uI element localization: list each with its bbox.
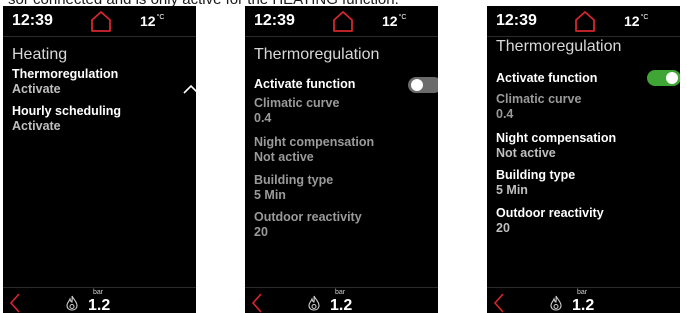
- pressure-unit: bar: [335, 289, 346, 296]
- pressure-unit: bar: [577, 289, 588, 296]
- menu-item-thermoregulation[interactable]: Thermoregulation Activate: [12, 67, 187, 97]
- setting-value: Not active: [496, 146, 556, 160]
- menu-item-label: Thermoregulation: [12, 67, 119, 81]
- setting-label: Climatic curve: [254, 96, 340, 110]
- toggle-label: Activate function: [254, 77, 356, 91]
- setting-label: Building type: [496, 168, 576, 182]
- activate-function-toggle[interactable]: [408, 77, 438, 93]
- temperature-unit: °C: [398, 14, 407, 21]
- pressure-value: 1.2: [330, 297, 353, 313]
- screen-thermoregulation-off: 12:39 12°C Thermoregulation Activate fun…: [245, 6, 438, 313]
- status-bar: 12:39 12°C: [487, 6, 680, 36]
- outdoor-temperature: 12°C: [624, 13, 649, 29]
- setting-value: Not active: [254, 150, 314, 164]
- temperature-unit: °C: [640, 14, 649, 21]
- setting-value: 5 Min: [254, 188, 286, 202]
- home-icon[interactable]: [331, 9, 355, 33]
- home-icon[interactable]: [573, 9, 597, 33]
- toggle-knob: [666, 72, 678, 84]
- divider: [245, 287, 438, 288]
- setting-outdoor-reactivity[interactable]: Outdoor reactivity 20: [254, 210, 429, 240]
- setting-value: 5 Min: [496, 183, 528, 197]
- setting-label: Outdoor reactivity: [254, 210, 362, 224]
- setting-value: 0.4: [496, 107, 514, 121]
- setting-label: Night compensation: [496, 131, 617, 145]
- divider: [3, 287, 196, 288]
- pressure-unit: bar: [93, 289, 104, 296]
- status-bar: 12:39 12°C: [245, 6, 438, 36]
- menu-item-value: Activate: [12, 119, 61, 133]
- setting-value: 20: [254, 225, 268, 239]
- setting-label: Climatic curve: [496, 92, 582, 106]
- flame-icon: [308, 295, 320, 311]
- setting-night-compensation[interactable]: Night compensation Not active: [496, 131, 671, 161]
- page-title: Thermoregulation: [496, 38, 622, 55]
- page-title: Heating: [12, 46, 68, 63]
- setting-label: Outdoor reactivity: [496, 206, 604, 220]
- clock: 12:39: [12, 12, 53, 29]
- screen-thermoregulation-on: 12:39 12°C Thermoregulation Activate fun…: [487, 6, 680, 313]
- setting-label: Night compensation: [254, 135, 375, 149]
- chevron-up-icon[interactable]: [183, 84, 196, 94]
- setting-climatic-curve[interactable]: Climatic curve 0.4: [254, 96, 429, 126]
- toggle-knob: [411, 79, 423, 91]
- activate-function-row: Activate function: [254, 77, 429, 92]
- flame-icon: [66, 295, 78, 311]
- divider: [487, 287, 680, 288]
- activate-function-toggle[interactable]: [647, 70, 680, 86]
- setting-value: 20: [496, 221, 510, 235]
- activate-function-row: Activate function: [496, 71, 671, 86]
- clock: 12:39: [496, 12, 537, 29]
- setting-label: Building type: [254, 173, 334, 187]
- screen-heating-menu: 12:39 12°C Heating Thermoregulation Acti…: [3, 6, 196, 313]
- toggle-label: Activate function: [496, 71, 598, 85]
- pressure-value: 1.2: [572, 297, 595, 313]
- page-title: Thermoregulation: [254, 46, 380, 63]
- home-icon[interactable]: [89, 9, 113, 33]
- status-bar: 12:39 12°C: [3, 6, 196, 36]
- flame-icon: [550, 295, 562, 311]
- setting-outdoor-reactivity[interactable]: Outdoor reactivity 20: [496, 206, 671, 236]
- temperature-unit: °C: [156, 14, 165, 21]
- pressure-value: 1.2: [88, 297, 111, 313]
- back-arrow-icon[interactable]: [9, 293, 21, 313]
- back-arrow-icon[interactable]: [493, 293, 505, 313]
- menu-item-label: Hourly scheduling: [12, 104, 122, 118]
- menu-item-value: Activate: [12, 82, 61, 96]
- setting-building-type[interactable]: Building type 5 Min: [496, 168, 671, 198]
- outdoor-temperature: 12°C: [140, 13, 165, 29]
- back-arrow-icon[interactable]: [251, 293, 263, 313]
- setting-value: 0.4: [254, 111, 272, 125]
- divider: [245, 36, 438, 37]
- menu-item-hourly-scheduling[interactable]: Hourly scheduling Activate: [12, 104, 187, 134]
- setting-night-compensation[interactable]: Night compensation Not active: [254, 135, 429, 165]
- clock: 12:39: [254, 12, 295, 29]
- outdoor-temperature: 12°C: [382, 13, 407, 29]
- divider: [487, 36, 680, 37]
- setting-building-type[interactable]: Building type 5 Min: [254, 173, 429, 203]
- setting-climatic-curve[interactable]: Climatic curve 0.4: [496, 92, 671, 122]
- divider: [3, 36, 196, 37]
